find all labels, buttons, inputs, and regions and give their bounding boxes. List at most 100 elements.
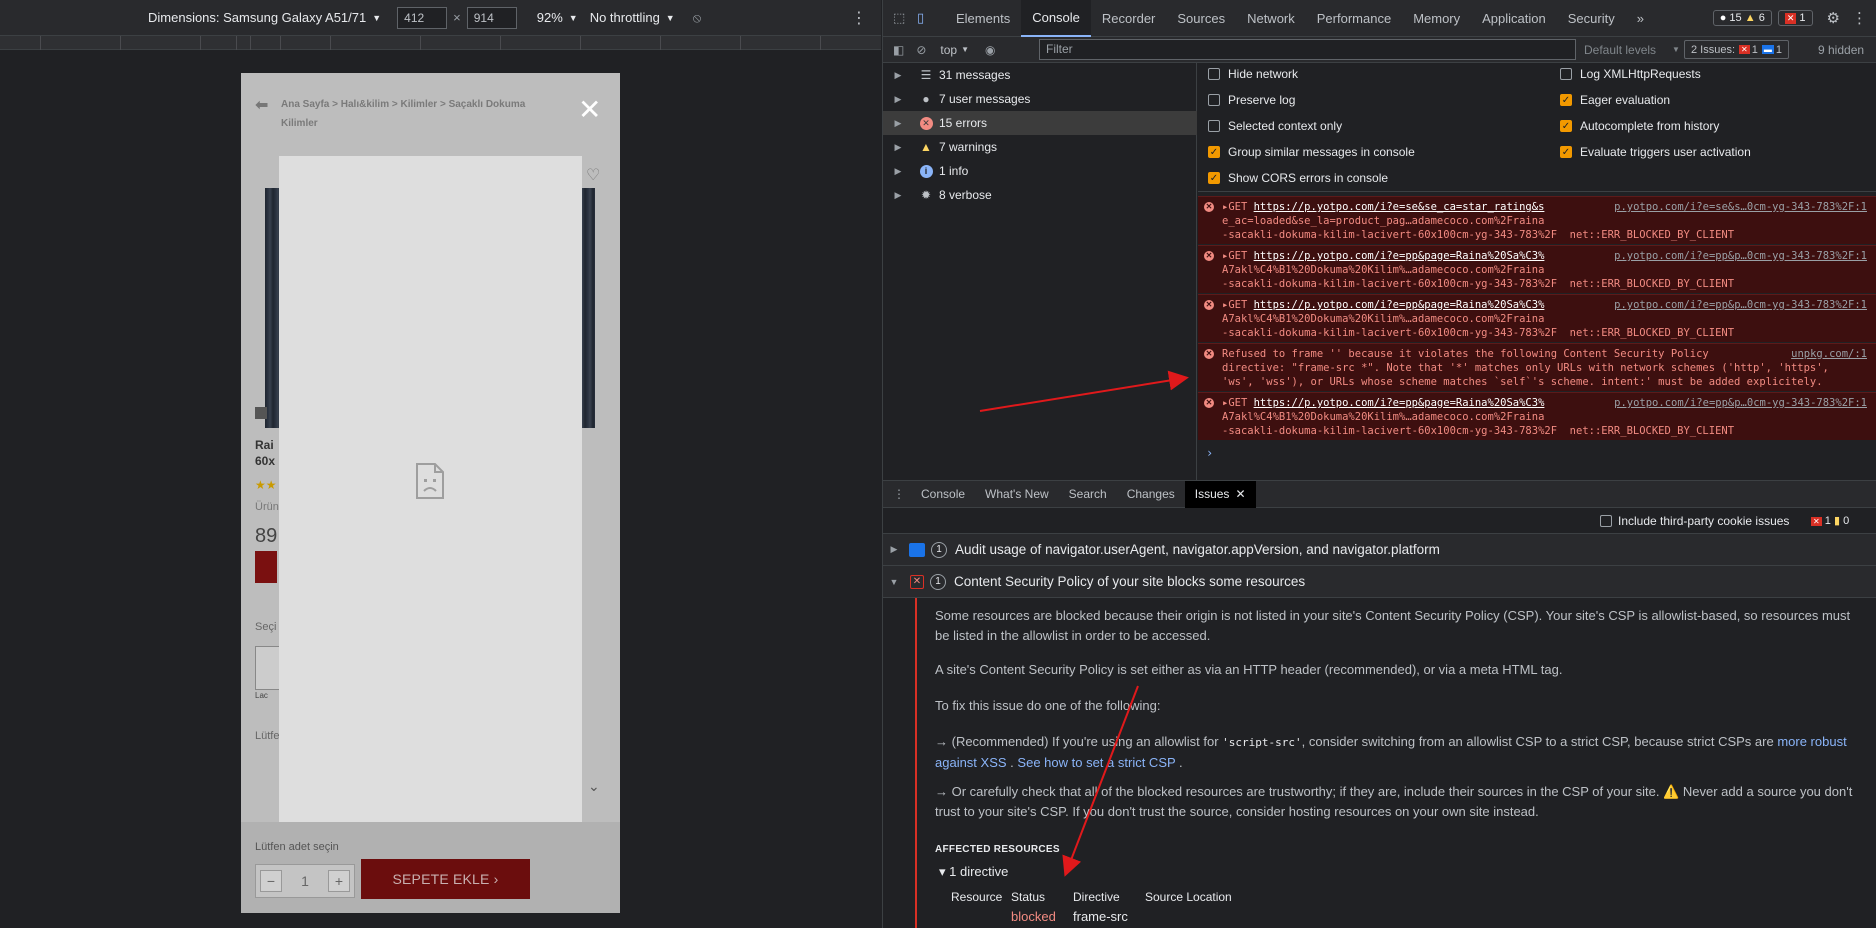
chevron-down-icon[interactable]: ▼	[372, 13, 381, 23]
device-dimensions-dropdown[interactable]: Dimensions: Samsung Galaxy A51/71	[148, 10, 366, 25]
chevron-down-icon[interactable]: ⌄	[588, 778, 600, 795]
chevron-down-icon[interactable]: ▼	[666, 13, 675, 23]
gear-icon[interactable]: ⚙	[1827, 9, 1840, 27]
log-source-link[interactable]: p.yotpo.com/i?e=pp&p…0cm-yg-343-783%2F:1	[1614, 250, 1867, 262]
checkbox[interactable]	[1208, 68, 1220, 80]
tab-console[interactable]: Console	[1021, 0, 1091, 37]
log-entry-error[interactable]: ✕ ▸GET https://p.yotpo.com/i?e=pp&page=R…	[1198, 392, 1876, 440]
clear-console-icon[interactable]: ⊘	[916, 43, 926, 57]
thumbnail-icon[interactable]	[255, 407, 267, 419]
eager-eval-option[interactable]: ✓ Eager evaluation	[1560, 93, 1670, 107]
decrement-button[interactable]: −	[260, 870, 282, 892]
selected-context-option[interactable]: Selected context only	[1208, 119, 1342, 133]
hide-network-option[interactable]: Hide network	[1208, 67, 1298, 81]
sidebar-item-messages[interactable]: ▶ ☰ 31 messages	[883, 63, 1197, 87]
console-prompt[interactable]: ›	[1206, 446, 1213, 460]
chevron-down-icon[interactable]: ▼	[1672, 45, 1680, 54]
log-entry-csp-error[interactable]: ✕ Refused to frame '' because it violate…	[1198, 343, 1876, 391]
log-xhr-option[interactable]: Log XMLHttpRequests	[1560, 67, 1701, 81]
zoom-dropdown[interactable]: 92%	[537, 10, 563, 25]
tab-security[interactable]: Security	[1557, 0, 1626, 37]
autocomplete-option[interactable]: ✓ Autocomplete from history	[1560, 119, 1719, 133]
back-arrow-icon[interactable]: ⬅	[255, 95, 268, 115]
request-url-link[interactable]: https://p.yotpo.com/i?e=se&se_ca=star_ra…	[1254, 201, 1545, 213]
log-source-link[interactable]: p.yotpo.com/i?e=pp&p…0cm-yg-343-783%2F:1	[1614, 397, 1867, 409]
close-icon[interactable]: ✕	[1235, 487, 1245, 501]
checkbox[interactable]	[1208, 94, 1220, 106]
request-url-link[interactable]: https://p.yotpo.com/i?e=pp&page=Raina%20…	[1254, 250, 1545, 262]
more-tabs-icon[interactable]: »	[1626, 0, 1655, 37]
eye-icon[interactable]: ◉	[985, 43, 995, 57]
quantity-value[interactable]: 1	[301, 873, 309, 889]
request-url-link[interactable]: https://p.yotpo.com/i?e=pp&page=Raina%20…	[1254, 397, 1545, 409]
error-warning-counter[interactable]: ● 15 ▲ 6	[1712, 10, 1772, 26]
log-entry-error[interactable]: ✕ ▸GET https://p.yotpo.com/i?e=se&se_ca=…	[1198, 196, 1876, 244]
issues-counter[interactable]: ✕ 1	[1777, 10, 1813, 26]
tab-memory[interactable]: Memory	[1402, 0, 1471, 37]
sidebar-item-info[interactable]: ▶ i 1 info	[883, 159, 1197, 183]
sidebar-item-verbose[interactable]: ▶ ✹ 8 verbose	[883, 183, 1197, 207]
request-url-link[interactable]: https://p.yotpo.com/i?e=pp&page=Raina%20…	[1254, 299, 1545, 311]
checkbox[interactable]	[1600, 515, 1612, 527]
device-toggle-icon[interactable]: ▯	[917, 10, 933, 26]
log-source-link[interactable]: p.yotpo.com/i?e=se&s…0cm-yg-343-783%2F:1	[1614, 201, 1867, 213]
filter-input[interactable]: Filter	[1039, 39, 1576, 60]
drawer-menu-icon[interactable]: ⋮	[893, 487, 905, 501]
chevron-down-icon[interactable]: ▼	[569, 13, 578, 23]
tab-application[interactable]: Application	[1471, 0, 1557, 37]
warning-count: 6	[1758, 12, 1765, 24]
sidebar-item-user-messages[interactable]: ▶ ● 7 user messages	[883, 87, 1197, 111]
checkbox-checked[interactable]: ✓	[1560, 120, 1572, 132]
tab-network[interactable]: Network	[1236, 0, 1306, 37]
device-width-input[interactable]: 412	[397, 6, 448, 29]
sidebar-toggle-icon[interactable]: ◧	[893, 43, 904, 57]
issues-link[interactable]: 2 Issues: ✕ 1 ▬ 1	[1684, 40, 1789, 59]
sidebar-item-errors[interactable]: ▶ ✕ 15 errors	[883, 111, 1197, 135]
more-options-icon[interactable]: ⋮	[851, 8, 867, 28]
tab-sources[interactable]: Sources	[1166, 0, 1236, 37]
drawer-tab-console[interactable]: Console	[911, 481, 975, 508]
add-to-cart-button[interactable]: SEPETE EKLE ›	[361, 859, 530, 899]
checkbox-checked[interactable]: ✓	[1560, 94, 1572, 106]
inspect-icon[interactable]: ⬚	[893, 10, 909, 26]
expand-icon[interactable]: ▶	[883, 544, 905, 555]
collapse-icon[interactable]: ▼	[883, 577, 905, 587]
drawer-tab-changes[interactable]: Changes	[1117, 481, 1185, 508]
group-similar-option[interactable]: ✓ Group similar messages in console	[1208, 145, 1415, 159]
directive-toggle[interactable]: ▾ 1 directive	[939, 864, 1008, 880]
tab-performance[interactable]: Performance	[1306, 0, 1402, 37]
tab-elements[interactable]: Elements	[945, 0, 1021, 37]
log-source-link[interactable]: p.yotpo.com/i?e=pp&p…0cm-yg-343-783%2F:1	[1614, 299, 1867, 311]
drawer-tab-search[interactable]: Search	[1059, 481, 1117, 508]
sidebar-item-warnings[interactable]: ▶ ▲ 7 warnings	[883, 135, 1197, 159]
checkbox[interactable]	[1560, 68, 1572, 80]
console-settings: Hide network Preserve log Selected conte…	[1198, 63, 1876, 192]
checkbox-checked[interactable]: ✓	[1560, 146, 1572, 158]
log-source-link[interactable]: unpkg.com/:1	[1791, 348, 1867, 360]
preserve-log-option[interactable]: Preserve log	[1208, 93, 1295, 107]
issue-csp[interactable]: ▼ ✕ 1 Content Security Policy of your si…	[883, 566, 1876, 598]
device-height-input[interactable]: 914	[466, 6, 517, 29]
context-dropdown[interactable]: top	[940, 43, 957, 57]
show-cors-option[interactable]: ✓ Show CORS errors in console	[1208, 171, 1388, 185]
tab-recorder[interactable]: Recorder	[1091, 0, 1166, 37]
log-levels-dropdown[interactable]: Default levels	[1584, 43, 1656, 57]
heart-icon[interactable]: ♡	[586, 165, 600, 185]
increment-button[interactable]: +	[327, 870, 350, 892]
more-options-icon[interactable]: ⋮	[1852, 9, 1867, 27]
issue-navigator-ua[interactable]: ▶ 1 Audit usage of navigator.userAgent, …	[883, 534, 1876, 566]
checkbox-checked[interactable]: ✓	[1208, 146, 1220, 158]
throttling-dropdown[interactable]: No throttling	[590, 10, 660, 25]
drawer-tab-issues[interactable]: Issues ✕	[1184, 480, 1256, 508]
how-to-link[interactable]: See how to set a strict CSP	[1017, 755, 1175, 770]
evaluate-triggers-option[interactable]: ✓ Evaluate triggers user activation	[1560, 145, 1751, 159]
log-entry-error[interactable]: ✕ ▸GET https://p.yotpo.com/i?e=pp&page=R…	[1198, 245, 1876, 293]
chevron-down-icon[interactable]: ▼	[961, 45, 969, 54]
log-entry-error[interactable]: ✕ ▸GET https://p.yotpo.com/i?e=pp&page=R…	[1198, 294, 1876, 342]
drawer-tab-whats-new[interactable]: What's New	[975, 481, 1059, 508]
rotate-icon[interactable]: ⦸	[693, 10, 701, 26]
close-icon[interactable]: ✕	[578, 93, 601, 126]
variant-thumbnail[interactable]	[255, 646, 281, 690]
checkbox-checked[interactable]: ✓	[1208, 172, 1220, 184]
checkbox[interactable]	[1208, 120, 1220, 132]
